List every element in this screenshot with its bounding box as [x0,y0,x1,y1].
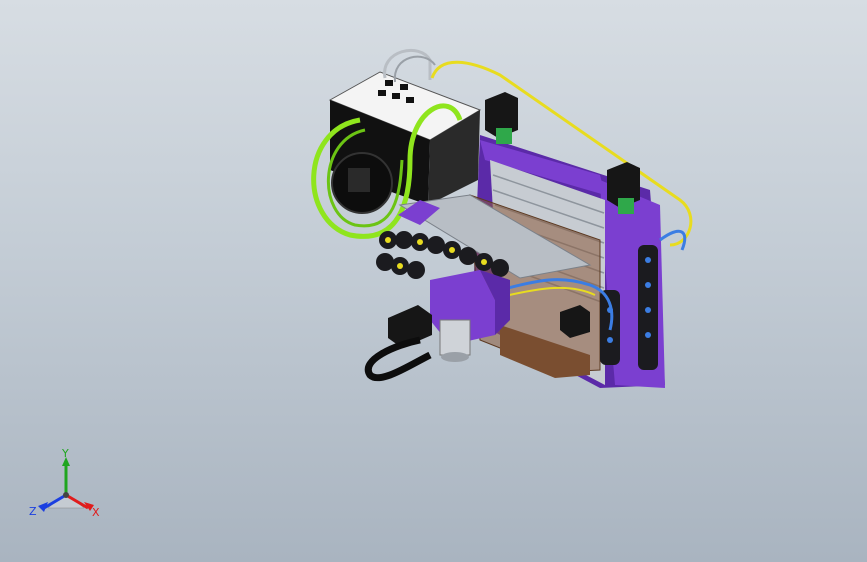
triad-origin [63,492,69,498]
box-connector [348,168,370,192]
z-axis-label: Z [29,505,37,518]
box-cables [383,48,432,80]
frame-bolt-strip [620,270,636,370]
coordinate-triad: Y X Z [29,448,100,519]
stepper-motor-left [485,92,518,144]
spindle-motor [439,319,471,356]
x-axis-label: X [92,506,100,519]
black-cable-loop [364,336,432,382]
cnc-machine-model[interactable] [0,0,867,562]
y-axis-label: Y [61,448,69,460]
graphics-viewport[interactable]: Y X Z [0,0,867,562]
spindle-collet [441,352,469,362]
